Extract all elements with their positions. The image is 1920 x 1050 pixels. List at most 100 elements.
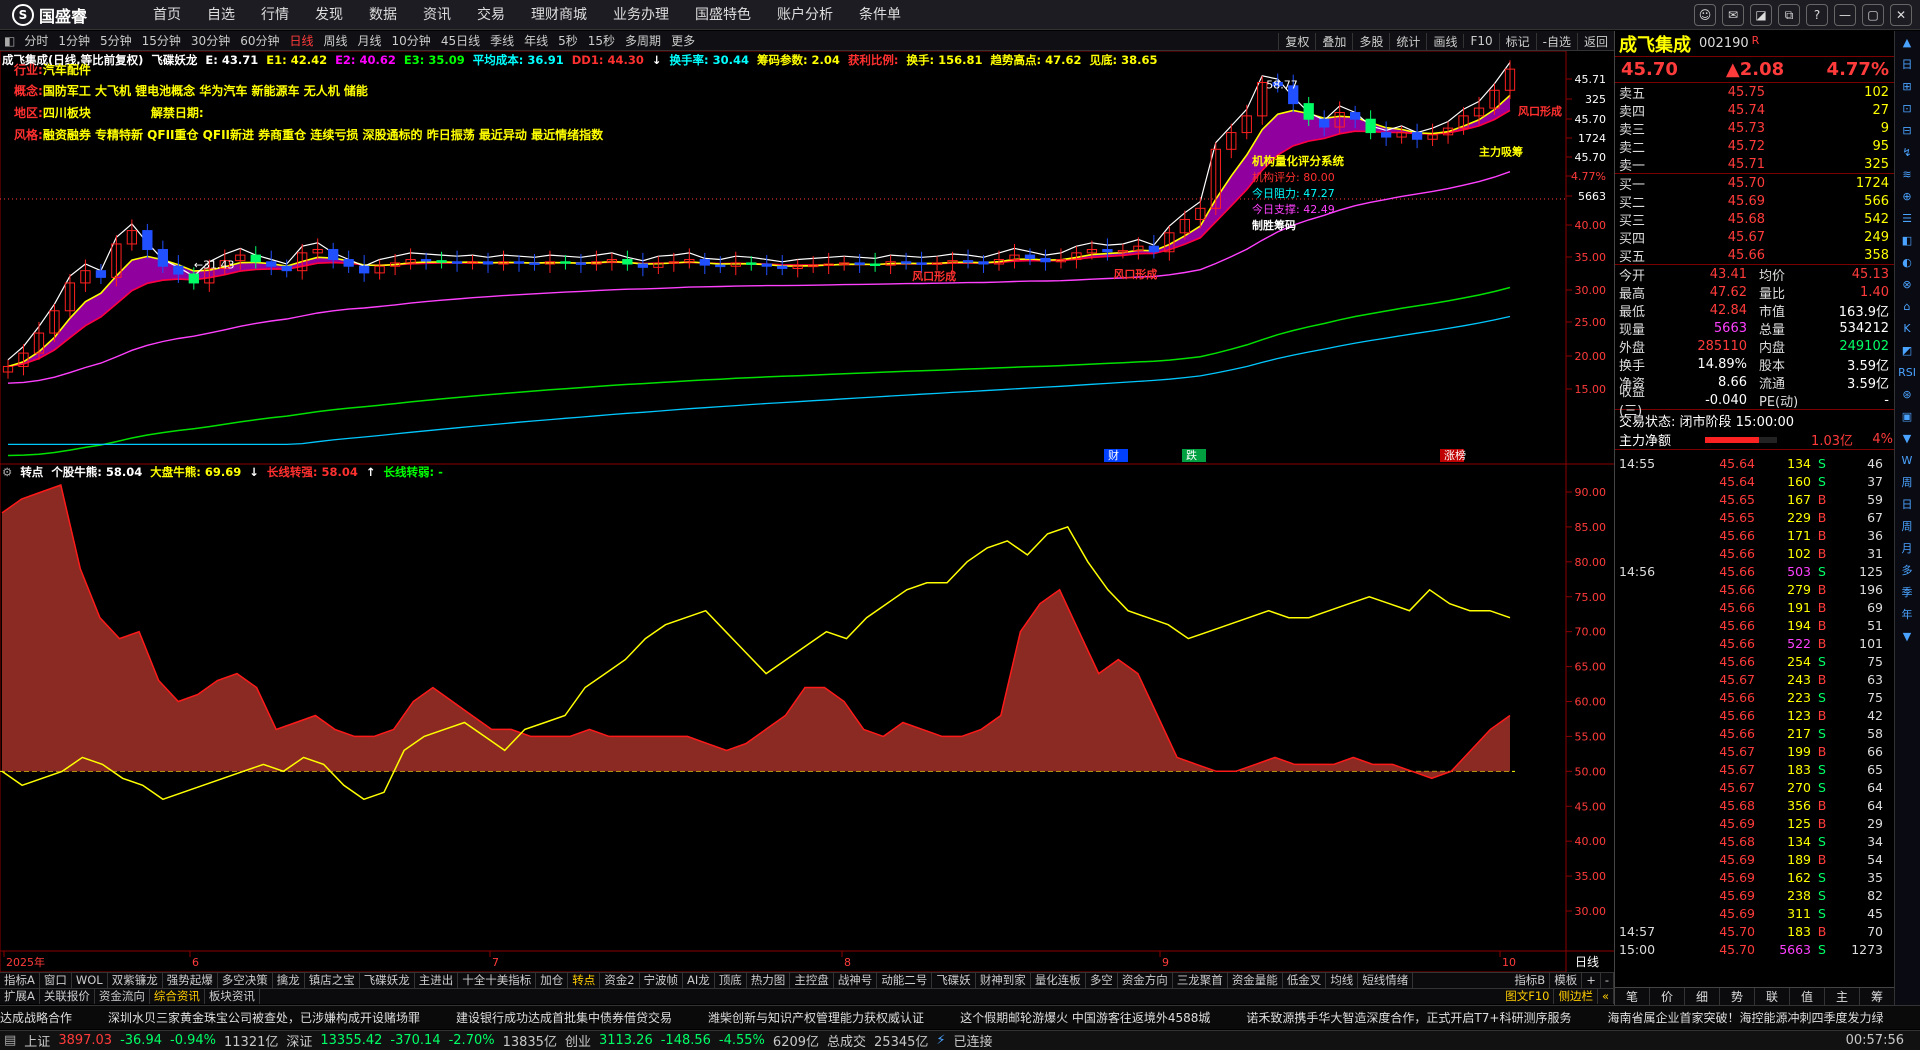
sidebar-tool-icon[interactable]: 周 bbox=[1895, 471, 1919, 493]
app-logo[interactable]: S 国盛睿 bbox=[0, 3, 140, 27]
period-tab[interactable]: 多周期 bbox=[620, 32, 666, 49]
info-tab[interactable]: 资金流向 bbox=[95, 989, 150, 1004]
menu-item[interactable]: 国盛特色 bbox=[682, 0, 764, 30]
indicator-tab[interactable]: 多空决策 bbox=[218, 973, 273, 988]
news-item[interactable]: 诺禾致源携手华大智造深度合作，正式开启T7+科研测序服务 bbox=[1246, 1009, 1571, 1026]
indicator-tab[interactable]: 飞碟妖 bbox=[932, 973, 976, 988]
info-tab[interactable]: 关联报价 bbox=[40, 989, 95, 1004]
menu-item[interactable]: 理财商城 bbox=[518, 0, 600, 30]
quote-tab[interactable]: 细 bbox=[1685, 988, 1720, 1005]
chart-area[interactable]: 成飞集成(日线,等比前复权) 飞碟妖龙 E: 43.71 E1: 42.42 E2: 4… bbox=[0, 51, 1614, 972]
help-icon[interactable]: ? bbox=[1806, 4, 1828, 26]
sidebar-tool-icon[interactable]: ☰ bbox=[1895, 207, 1919, 229]
indicator-tab[interactable]: 转点 bbox=[568, 973, 601, 988]
indicator-tab[interactable]: 低金叉 bbox=[1283, 973, 1327, 988]
tool-button[interactable]: 复权 bbox=[1278, 32, 1315, 50]
tool-button[interactable]: 返回 bbox=[1576, 32, 1614, 50]
order-book-row[interactable]: 买四 45.67 249 bbox=[1615, 228, 1894, 247]
quote-tab[interactable]: 价 bbox=[1650, 988, 1685, 1005]
sidebar-tool-icon[interactable]: ⊗ bbox=[1895, 273, 1919, 295]
sidebar-tool-icon[interactable]: ▣ bbox=[1895, 405, 1919, 427]
panel-toggle-icon[interactable]: ◧ bbox=[0, 34, 19, 48]
sidebar-tool-icon[interactable]: ⊟ bbox=[1895, 119, 1919, 141]
order-book-row[interactable]: 卖五 45.75 102 bbox=[1615, 83, 1894, 102]
quote-tab[interactable]: 主 bbox=[1825, 988, 1860, 1005]
sidebar-tool-icon[interactable]: ▼ bbox=[1895, 625, 1919, 647]
indicator-tab[interactable]: 三龙聚首 bbox=[1173, 973, 1228, 988]
sidebar-tool-icon[interactable]: 日 bbox=[1895, 53, 1919, 75]
quote-tab[interactable]: 筹 bbox=[1860, 988, 1895, 1005]
news-item[interactable]: 海南省属企业首家突破！海控能源冲刺四季度发力绿 bbox=[1607, 1009, 1883, 1026]
indicator-tab[interactable]: 资金量能 bbox=[1228, 973, 1283, 988]
indicator-tab[interactable]: 飞碟妖龙 bbox=[360, 973, 415, 988]
indicator-tab-control[interactable]: + bbox=[1582, 973, 1601, 988]
kline-chart[interactable]: 45.71 325 45.70 1724 45.70 4.77% 5663 40.00 35.0… bbox=[0, 51, 1614, 972]
sidebar-tool-icon[interactable]: W bbox=[1895, 449, 1919, 471]
indicator-tab[interactable]: 加仓 bbox=[536, 973, 569, 988]
indicator-tab-control[interactable]: 模板 bbox=[1550, 973, 1583, 988]
news-item[interactable]: 深圳水贝三家黄金珠宝公司被查处，已涉嫌构成开设赌场罪 bbox=[108, 1009, 420, 1026]
menu-item[interactable]: 发现 bbox=[302, 0, 356, 30]
indicator-tab[interactable]: 资金方向 bbox=[1118, 973, 1173, 988]
menu-item[interactable]: 行情 bbox=[248, 0, 302, 30]
sidebar-tool-icon[interactable]: ▼ bbox=[1895, 427, 1919, 449]
news-item[interactable]: 建设银行成功达成首批集中债券借贷交易 bbox=[456, 1009, 672, 1026]
sidebar-tool-icon[interactable]: K bbox=[1895, 317, 1919, 339]
indicator-tab[interactable]: 均线 bbox=[1326, 973, 1359, 988]
indicator-tab[interactable]: 强势起爆 bbox=[163, 973, 218, 988]
period-tab[interactable]: 年线 bbox=[519, 32, 553, 49]
news-item[interactable]: 达成战略合作 bbox=[0, 1009, 72, 1026]
time-axis-period[interactable]: 日线 bbox=[1575, 955, 1599, 969]
period-tab[interactable]: 5秒 bbox=[553, 32, 583, 49]
sidebar-tool-icon[interactable]: ≋ bbox=[1895, 163, 1919, 185]
quote-tab[interactable]: 势 bbox=[1720, 988, 1755, 1005]
indicator-tab[interactable]: 宁波帧 bbox=[640, 973, 684, 988]
sidebar-tool-icon[interactable]: 季 bbox=[1895, 581, 1919, 603]
indicator-tab[interactable]: 热力图 bbox=[747, 973, 791, 988]
settings-icon[interactable]: ⚙ bbox=[2, 465, 12, 479]
close-icon[interactable]: ✕ bbox=[1890, 4, 1912, 26]
order-book-row[interactable]: 卖三 45.73 9 bbox=[1615, 119, 1894, 138]
sidebar-tool-icon[interactable]: ⊕ bbox=[1895, 185, 1919, 207]
info-tab[interactable]: 扩展A bbox=[0, 989, 40, 1004]
menu-item[interactable]: 交易 bbox=[464, 0, 518, 30]
news-item[interactable]: 潍柴创新与知识产权管理能力获权威认证 bbox=[708, 1009, 924, 1026]
sidebar-tool-icon[interactable]: ◧ bbox=[1895, 229, 1919, 251]
stock-name[interactable]: 成飞集成 bbox=[1619, 31, 1691, 57]
sidebar-tool-icon[interactable]: RSI bbox=[1895, 361, 1919, 383]
indicator-tab[interactable]: 短线情绪 bbox=[1358, 973, 1414, 988]
cy-label[interactable]: 创业 bbox=[565, 1031, 591, 1050]
indicator-tab[interactable]: 主进出 bbox=[415, 973, 459, 988]
indicator-tab[interactable]: 财神到家 bbox=[976, 973, 1031, 988]
tool-button[interactable]: 标记 bbox=[1498, 32, 1536, 50]
period-tab[interactable]: 周线 bbox=[319, 32, 353, 49]
sidebar-tool-icon[interactable]: 多 bbox=[1895, 559, 1919, 581]
menu-item[interactable]: 条件单 bbox=[846, 0, 914, 30]
indicator-tab[interactable]: 资金2 bbox=[600, 973, 640, 988]
period-tab[interactable]: 月线 bbox=[353, 32, 387, 49]
order-book-row[interactable]: 卖四 45.74 27 bbox=[1615, 101, 1894, 120]
sh-label[interactable]: 上证 bbox=[24, 1031, 50, 1050]
quote-tab[interactable]: 笔 bbox=[1615, 988, 1650, 1005]
period-tab[interactable]: 15分钟 bbox=[137, 32, 186, 49]
menu-item[interactable]: 账户分析 bbox=[764, 0, 846, 30]
maximize-icon[interactable]: ▢ bbox=[1862, 4, 1884, 26]
period-tab[interactable]: 季线 bbox=[485, 32, 519, 49]
indicator-tab[interactable]: 顶底 bbox=[715, 973, 747, 988]
sidebar-tool-icon[interactable]: 月 bbox=[1895, 537, 1919, 559]
period-tab[interactable]: 更多 bbox=[666, 32, 700, 49]
indicator-tab[interactable]: 主控盘 bbox=[790, 973, 834, 988]
order-book-row[interactable]: 买二 45.69 566 bbox=[1615, 192, 1894, 211]
indicator-tab-control[interactable]: - bbox=[1601, 973, 1614, 988]
period-tab[interactable]: 5分钟 bbox=[95, 32, 137, 49]
period-tab[interactable]: 15秒 bbox=[583, 32, 620, 49]
indicator-tab[interactable]: 镇店之宝 bbox=[305, 973, 360, 988]
sidebar-tool-icon[interactable]: ⊞ bbox=[1895, 75, 1919, 97]
menu-item[interactable]: 首页 bbox=[140, 0, 194, 30]
indicator-tab[interactable]: 双紫镰龙 bbox=[108, 973, 163, 988]
order-book-row[interactable]: 买一 45.70 1724 bbox=[1615, 174, 1894, 193]
indicator-tab[interactable]: 窗口 bbox=[40, 973, 72, 988]
info-tab-control[interactable]: 图文F10 bbox=[1501, 989, 1555, 1004]
menu-item[interactable]: 自选 bbox=[194, 0, 248, 30]
indicator-tab[interactable]: 擒龙 bbox=[273, 973, 305, 988]
